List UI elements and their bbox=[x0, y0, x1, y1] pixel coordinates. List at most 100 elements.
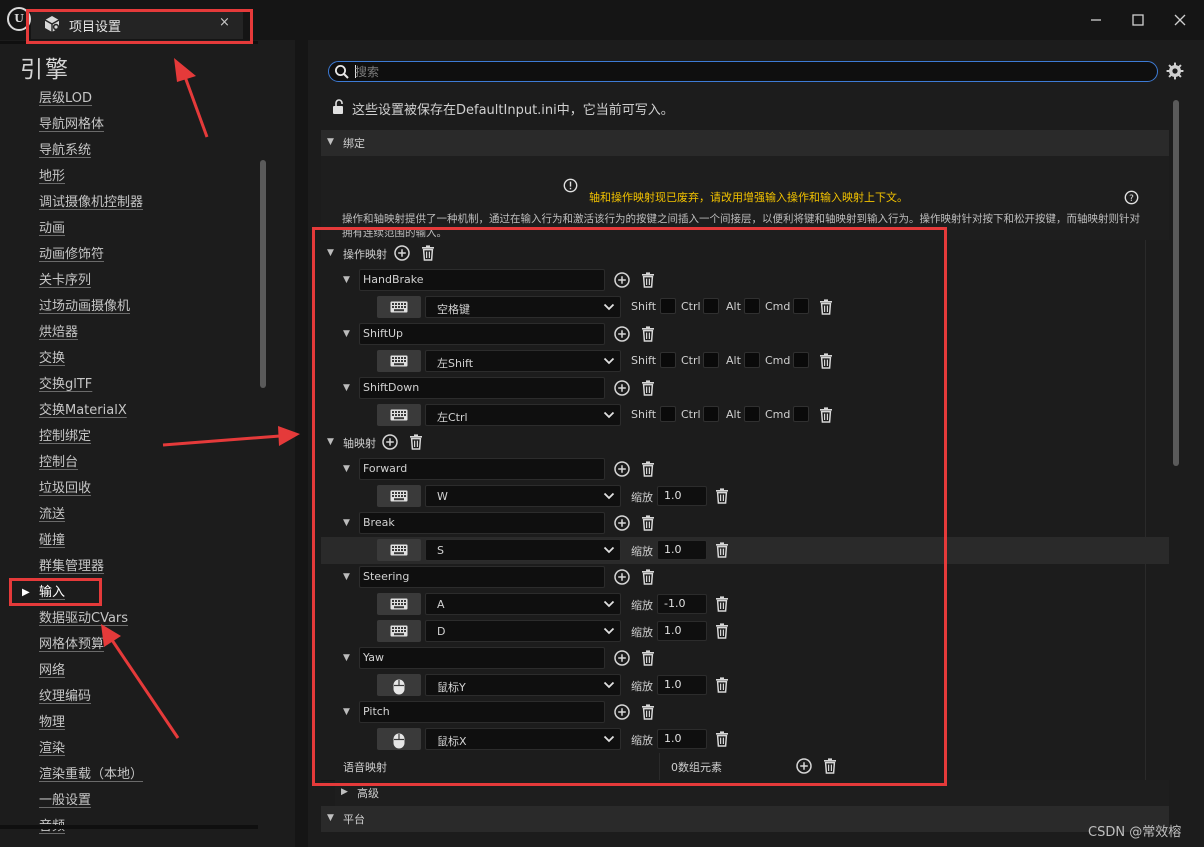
sidebar-item-label: 渲染重载（本地） bbox=[39, 767, 144, 782]
annotation-box-tab bbox=[26, 9, 253, 44]
section-header-platform[interactable]: ▼ 平台 bbox=[321, 806, 1169, 832]
sidebar-item-label: 层级LOD bbox=[39, 91, 93, 106]
sidebar-item-label: 动画 bbox=[39, 221, 66, 236]
notice-text: 这些设置被保存在DefaultInput.ini中，它当前可写入。 bbox=[352, 103, 674, 118]
column-divider bbox=[1145, 510, 1146, 537]
unlocked-padlock-icon bbox=[332, 99, 346, 115]
column-divider bbox=[1145, 294, 1146, 321]
close-window-button[interactable] bbox=[1169, 10, 1191, 30]
column-divider bbox=[1145, 618, 1146, 645]
sidebar-item[interactable]: 数据驱动CVars bbox=[0, 606, 258, 632]
sidebar-item[interactable]: 交换MaterialX bbox=[0, 398, 258, 424]
sidebar-item-label: 流送 bbox=[39, 507, 66, 522]
column-divider bbox=[1145, 375, 1146, 402]
sidebar-item-label: 网络 bbox=[39, 663, 66, 678]
sidebar-item-label: 网格体预算 bbox=[39, 637, 105, 652]
sidebar-item-label: 物理 bbox=[39, 715, 66, 730]
section-header-bindings[interactable]: ▼ 绑定 bbox=[321, 130, 1169, 156]
sidebar-item[interactable]: 导航网格体 bbox=[0, 112, 258, 138]
sidebar-item[interactable]: 渲染重载（本地） bbox=[0, 762, 258, 788]
sidebar-item-label: 交换 bbox=[39, 351, 66, 366]
column-divider bbox=[1145, 483, 1146, 510]
sidebar-item[interactable]: 地形 bbox=[0, 164, 258, 190]
sidebar-item-label: 交换MaterialX bbox=[39, 403, 127, 418]
sidebar-item[interactable]: 动画 bbox=[0, 216, 258, 242]
gear-icon[interactable] bbox=[1166, 62, 1184, 80]
sidebar-item[interactable]: 控制绑定 bbox=[0, 424, 258, 450]
sidebar-item[interactable]: 纹理编码 bbox=[0, 684, 258, 710]
section-label: 高级 bbox=[357, 787, 379, 800]
sidebar-item-label: 碰撞 bbox=[39, 533, 66, 548]
sidebar-item[interactable]: 调试摄像机控制器 bbox=[0, 190, 258, 216]
sidebar-item[interactable]: 交换glTF bbox=[0, 372, 258, 398]
sidebar-item-label: 垃圾回收 bbox=[39, 481, 92, 496]
chevron-down-icon: ▼ bbox=[327, 137, 334, 147]
search-input[interactable] bbox=[355, 62, 1135, 81]
svg-text:?: ? bbox=[1129, 194, 1134, 204]
sidebar-item[interactable]: 物理 bbox=[0, 710, 258, 736]
column-divider bbox=[1145, 591, 1146, 618]
annotation-box-input bbox=[9, 578, 102, 606]
column-divider bbox=[1145, 456, 1146, 483]
maximize-button[interactable] bbox=[1127, 10, 1149, 30]
column-divider bbox=[1145, 348, 1146, 375]
sidebar-item[interactable]: 网络 bbox=[0, 658, 258, 684]
column-divider bbox=[1145, 321, 1146, 348]
sidebar-item[interactable]: 交换 bbox=[0, 346, 258, 372]
sidebar-item[interactable]: 烘焙器 bbox=[0, 320, 258, 346]
section-label: 绑定 bbox=[343, 137, 365, 150]
sidebar-item[interactable]: 动画修饰符 bbox=[0, 242, 258, 268]
column-divider bbox=[1145, 726, 1146, 753]
sidebar-item-label: 调试摄像机控制器 bbox=[39, 195, 144, 210]
sidebar-item[interactable]: 控制台 bbox=[0, 450, 258, 476]
sidebar-item-label: 地形 bbox=[39, 169, 66, 184]
sidebar-item[interactable]: 一般设置 bbox=[0, 788, 258, 814]
sidebar-item-label: 群集管理器 bbox=[39, 559, 105, 574]
column-divider bbox=[1145, 564, 1146, 591]
column-divider bbox=[1145, 267, 1146, 294]
column-divider bbox=[1145, 645, 1146, 672]
sidebar-item-label: 控制绑定 bbox=[39, 429, 92, 444]
sidebar-item[interactable]: 群集管理器 bbox=[0, 554, 258, 580]
sidebar-item[interactable]: 流送 bbox=[0, 502, 258, 528]
sidebar-item-label: 纹理编码 bbox=[39, 689, 92, 704]
minimize-button[interactable] bbox=[1085, 10, 1107, 30]
sidebar-item[interactable]: 碰撞 bbox=[0, 528, 258, 554]
sidebar-item[interactable]: 垃圾回收 bbox=[0, 476, 258, 502]
search-box[interactable] bbox=[328, 61, 1158, 82]
sidebar-item[interactable]: 层级LOD bbox=[0, 86, 258, 112]
column-divider bbox=[1145, 402, 1146, 429]
sidebar-item-label: 动画修饰符 bbox=[39, 247, 105, 262]
sidebar-heading: 引擎 bbox=[20, 57, 70, 83]
sidebar-item-label: 关卡序列 bbox=[39, 273, 92, 288]
details-scrollbar[interactable] bbox=[1173, 100, 1179, 466]
sidebar-scrollbar[interactable] bbox=[260, 160, 266, 388]
search-icon bbox=[334, 64, 350, 80]
sidebar-item[interactable]: 渲染 bbox=[0, 736, 258, 762]
category-list: 层级LOD 导航网格体导航系统地形调试摄像机控制器 动画动画修饰符关卡序列过场动画摄… bbox=[0, 86, 258, 840]
sidebar-item-label: 一般设置 bbox=[39, 793, 92, 808]
deprecation-warning: 轴和操作映射现已废弃，请改用增强输入操作和输入映射上下文。 bbox=[589, 191, 908, 204]
warning-icon bbox=[563, 178, 578, 193]
sidebar-item-label: 数据驱动CVars bbox=[39, 611, 129, 626]
column-divider bbox=[1145, 672, 1146, 699]
watermark: CSDN @常效榕 bbox=[1088, 825, 1182, 840]
column-divider bbox=[1145, 240, 1146, 267]
chevron-down-icon: ▼ bbox=[327, 813, 334, 823]
section-label: 平台 bbox=[343, 813, 365, 826]
sidebar-item[interactable]: 导航系统 bbox=[0, 138, 258, 164]
settings-category-sidebar: 引擎 层级LOD 导航网格体导航系统地形调试摄像机控制器 动画动画修饰符关卡序列过场… bbox=[0, 40, 295, 847]
column-divider bbox=[1145, 699, 1146, 726]
sidebar-item-label: 烘焙器 bbox=[39, 325, 79, 340]
sidebar-item[interactable]: 过场动画摄像机 bbox=[0, 294, 258, 320]
help-icon[interactable]: ? bbox=[1124, 190, 1139, 205]
sidebar-item-label: 导航网格体 bbox=[39, 117, 105, 132]
column-divider bbox=[1145, 429, 1146, 456]
sidebar-item[interactable]: 关卡序列 bbox=[0, 268, 258, 294]
sidebar-item-label: 导航系统 bbox=[39, 143, 92, 158]
sidebar-item-label: 渲染 bbox=[39, 741, 66, 756]
sidebar-item[interactable]: 网格体预算 bbox=[0, 632, 258, 658]
column-divider bbox=[1145, 753, 1146, 780]
sidebar-bottom-divider bbox=[0, 825, 258, 829]
annotation-box-bindings bbox=[312, 227, 947, 786]
